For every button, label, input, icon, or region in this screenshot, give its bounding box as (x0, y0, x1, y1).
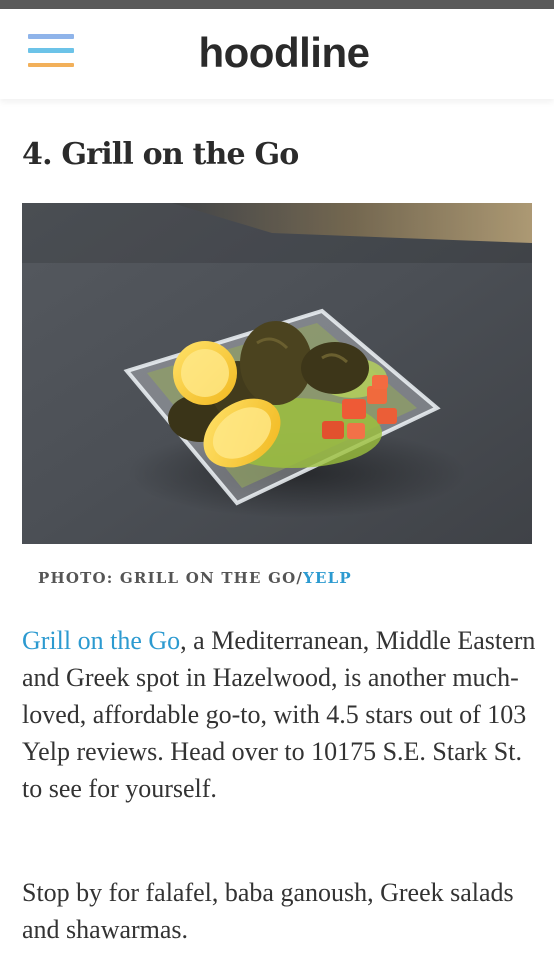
restaurant-name-link[interactable]: Grill on the Go (22, 626, 180, 655)
article-photo (22, 203, 532, 544)
article-paragraph-1: Grill on the Go, a Mediterranean, Middle… (22, 622, 537, 807)
article-paragraph-2: Stop by for falafel, baba ganoush, Greek… (22, 878, 514, 944)
photo-credit-prefix: PHOTO: GRILL ON THE GO/ (38, 569, 304, 587)
top-status-strip (0, 0, 554, 9)
photo-credit-caption: PHOTO: GRILL ON THE GO/YELP (38, 566, 352, 590)
article-title: 4. Grill on the Go (22, 137, 299, 172)
site-logo[interactable]: hoodline (0, 29, 554, 77)
photo-credit-yelp-link[interactable]: YELP (303, 569, 352, 587)
site-header: hoodline (0, 9, 554, 99)
dolmas-photo-image (22, 203, 532, 544)
